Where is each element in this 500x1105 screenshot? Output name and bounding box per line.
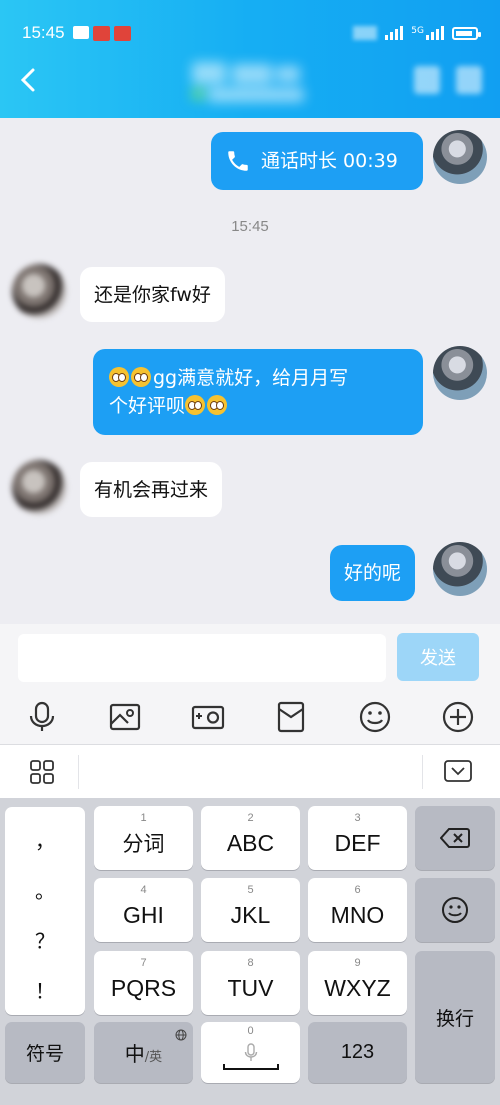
- key-4[interactable]: 4 GHI: [94, 878, 193, 942]
- key-3[interactable]: 3 DEF: [308, 806, 407, 870]
- punctuation-list[interactable]: ， 。 ？ ！: [5, 807, 85, 1015]
- microphone-icon: [244, 1042, 257, 1061]
- keyboard-toolbar: [0, 744, 500, 798]
- punct-comma[interactable]: ，: [5, 825, 85, 854]
- space-bar-icon: [222, 1063, 279, 1070]
- punct-exclaim[interactable]: ！: [5, 975, 85, 1004]
- emoji-key[interactable]: [415, 878, 495, 942]
- battery-icon: [452, 26, 481, 40]
- symbols-label: 符号: [25, 1043, 64, 1065]
- signal-icon-2: [426, 26, 444, 40]
- key-2[interactable]: 2 ABC: [201, 806, 300, 870]
- symbols-key[interactable]: 符号: [5, 1022, 85, 1083]
- newline-label: 换行: [435, 1007, 474, 1030]
- app-notification-icon: [113, 25, 131, 41]
- backspace-icon: [440, 828, 470, 848]
- key-9[interactable]: 9 WXYZ: [308, 951, 407, 1015]
- message-text: 个好评呗: [109, 395, 186, 417]
- microphone-icon[interactable]: [25, 700, 59, 734]
- pleading-emoji-icon: [131, 367, 151, 387]
- message-line: gg满意就好，给月月写: [109, 364, 348, 392]
- punct-period[interactable]: 。: [5, 875, 85, 904]
- call-icon[interactable]: [414, 66, 440, 94]
- incoming-message[interactable]: 还是你家fw好: [80, 267, 225, 322]
- key-7[interactable]: 7 PQRS: [94, 951, 193, 1015]
- key-1[interactable]: 1 分词: [94, 806, 193, 870]
- emoji-icon: [442, 897, 468, 923]
- app-notification-icon: [92, 25, 110, 41]
- numbers-key[interactable]: 123: [308, 1022, 407, 1083]
- network-type: 5G: [411, 26, 424, 36]
- call-record-bubble[interactable]: 通话时长 00:39: [211, 132, 423, 190]
- chat-toolbar: [0, 690, 500, 744]
- globe-icon: [175, 1026, 187, 1045]
- key-5[interactable]: 5 JKL: [201, 878, 300, 942]
- plus-icon[interactable]: [441, 700, 475, 734]
- my-avatar[interactable]: [433, 346, 487, 400]
- message-input-bar: 发送: [0, 624, 500, 690]
- message-notification-icon: [72, 25, 89, 39]
- lang-sub: /英: [144, 1050, 163, 1065]
- numbers-label: 123: [340, 1041, 375, 1063]
- send-button[interactable]: 发送: [397, 633, 479, 681]
- notification-icons: [72, 25, 131, 41]
- pleading-emoji-icon: [207, 395, 228, 415]
- status-bar: 15:45 5G: [22, 22, 481, 44]
- divider: [78, 755, 79, 789]
- divider: [422, 755, 423, 789]
- lang-main: 中: [124, 1042, 145, 1066]
- chat-header: 15:45 5G: [0, 0, 500, 118]
- profile-icon[interactable]: [456, 66, 482, 94]
- keyboard-menu-icon[interactable]: [30, 760, 54, 788]
- message-text: 还是你家fw好: [94, 283, 211, 306]
- outgoing-message[interactable]: 好的呢: [330, 545, 416, 601]
- message-input[interactable]: [18, 634, 386, 682]
- message-line: 个好评呗: [109, 392, 229, 420]
- space-key[interactable]: 0: [201, 1022, 300, 1083]
- red-packet-icon[interactable]: [274, 700, 308, 734]
- key-6[interactable]: 6 MNO: [308, 878, 407, 942]
- status-time: 15:45: [22, 23, 65, 42]
- emoji-icon[interactable]: [358, 700, 392, 734]
- punct-question[interactable]: ？: [5, 925, 85, 954]
- outgoing-message[interactable]: gg满意就好，给月月写 个好评呗: [93, 349, 423, 435]
- call-duration: 通话时长 00:39: [261, 150, 398, 172]
- backspace-key[interactable]: [415, 806, 495, 870]
- language-switch-key[interactable]: 中/英: [94, 1022, 193, 1083]
- newline-key[interactable]: 换行: [415, 951, 495, 1083]
- carrier-blur: [353, 26, 378, 40]
- pleading-emoji-icon: [185, 395, 206, 415]
- contact-avatar[interactable]: [12, 460, 66, 514]
- message-list: 通话时长 00:39 15:45 还是你家fw好 gg满意就好，给月月写 个好评…: [0, 118, 500, 624]
- my-avatar[interactable]: [433, 130, 487, 184]
- key-8[interactable]: 8 TUV: [201, 951, 300, 1015]
- camera-icon[interactable]: [191, 700, 225, 734]
- pleading-emoji-icon: [109, 367, 129, 387]
- incoming-message[interactable]: 有机会再过来: [80, 462, 223, 517]
- hide-keyboard-icon[interactable]: [444, 760, 472, 786]
- message-text: gg满意就好，给月月写: [153, 367, 349, 389]
- contact-name: [192, 60, 310, 104]
- message-timestamp: 15:45: [231, 218, 269, 235]
- my-avatar[interactable]: [433, 542, 487, 596]
- chevron-left-icon: [20, 68, 35, 92]
- phone-icon: [225, 148, 251, 174]
- image-icon[interactable]: [108, 700, 142, 734]
- signal-icon: [385, 26, 404, 40]
- contact-avatar[interactable]: [12, 264, 66, 318]
- back-button[interactable]: [18, 66, 40, 94]
- message-text: 有机会再过来: [94, 478, 209, 501]
- message-text: 好的呢: [344, 562, 402, 584]
